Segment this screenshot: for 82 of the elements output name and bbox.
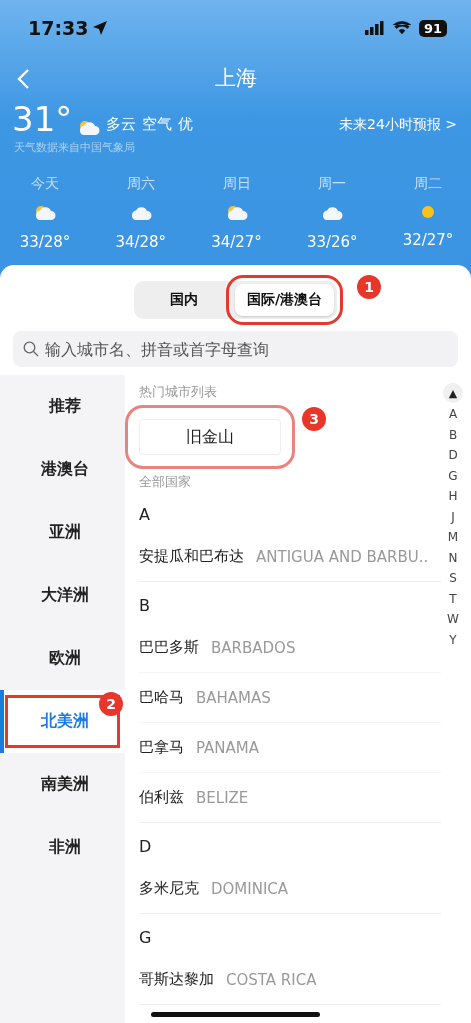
air-quality-label: 空气 xyxy=(142,115,173,134)
search-field[interactable]: 输入城市名、拼音或首字母查询 xyxy=(13,331,458,367)
search-icon xyxy=(23,341,39,357)
index-letter[interactable]: H xyxy=(448,487,458,506)
city-title: 上海 xyxy=(214,65,257,92)
air-quality-value: 优 xyxy=(178,115,194,134)
back-icon[interactable] xyxy=(16,68,30,90)
region-item[interactable]: 非洲 xyxy=(0,816,125,879)
country-name: 安提瓜和巴布达 xyxy=(139,547,244,566)
country-name: 巴巴多斯 xyxy=(139,638,199,657)
country-english-name: PANAMA xyxy=(196,738,260,757)
forecast-day: 周六 xyxy=(126,175,155,193)
battery-level: 91 xyxy=(418,19,447,37)
letter-heading: G xyxy=(139,928,152,947)
index-letter[interactable]: D xyxy=(448,446,458,465)
country-english-name: BARBADOS xyxy=(211,638,296,657)
country-english-name: ANTIGUA AND BARBU.. xyxy=(256,547,429,566)
country-row[interactable]: 巴巴多斯 BARBADOS xyxy=(139,623,441,673)
status-time: 17:33 xyxy=(28,17,89,39)
country-name: 哥斯达黎加 xyxy=(139,970,214,989)
city-chip[interactable]: 旧金山 xyxy=(139,419,281,455)
letter-heading: B xyxy=(139,596,150,615)
region-item[interactable]: 大洋洲 xyxy=(0,564,125,627)
country-row[interactable]: 多米尼克 DOMINICA xyxy=(139,864,441,914)
index-letter[interactable]: Y xyxy=(449,630,457,649)
forecast-day: 周二 xyxy=(414,175,442,193)
country-english-name: BAHAMAS xyxy=(196,688,271,707)
forecast-temperature: 33/28° xyxy=(19,233,71,251)
region-item[interactable]: 欧洲 xyxy=(0,627,125,690)
weather-condition: 多云 xyxy=(106,115,137,134)
step-badge: 1 xyxy=(357,275,382,299)
data-source-text: 天气数据来自中国气象局 xyxy=(13,140,136,155)
letter-heading: D xyxy=(139,837,152,856)
current-temperature: 31° xyxy=(12,102,73,136)
index-letter[interactable]: G xyxy=(448,466,458,485)
forecast-day: 周日 xyxy=(222,175,251,193)
country-name: 多米尼克 xyxy=(139,879,199,898)
index-letter[interactable]: N xyxy=(448,548,458,567)
step-badge: 2 xyxy=(99,692,123,716)
forecast-temperature: 32/27° xyxy=(402,231,454,249)
country-row[interactable]: 伯利兹 BELIZE xyxy=(139,773,441,823)
sun-icon xyxy=(421,205,435,219)
index-letter[interactable]: S xyxy=(449,569,457,588)
section-heading: 热门城市列表 xyxy=(139,383,217,401)
partly-cloudy-icon xyxy=(34,205,56,221)
partly-cloudy-icon xyxy=(225,205,248,221)
country-name: 巴哈马 xyxy=(139,688,184,707)
index-letter[interactable]: A xyxy=(448,405,458,424)
country-row[interactable]: 巴拿马 PANAMA xyxy=(139,723,441,773)
country-row[interactable]: 安提瓜和巴布达 ANTIGUA AND BARBU.. xyxy=(139,532,441,582)
partly-cloudy-icon xyxy=(78,120,101,136)
cloud-icon xyxy=(129,205,152,221)
region-item[interactable]: 港澳台 xyxy=(0,438,125,501)
cloud-icon xyxy=(321,205,344,221)
forecast-day: 今天 xyxy=(31,175,59,193)
forecast-temperature: 33/26° xyxy=(306,233,358,251)
section-heading: 全部国家 xyxy=(139,473,191,491)
forecast-temperature: 34/27° xyxy=(211,233,262,251)
signal-icon xyxy=(364,21,385,35)
region-item[interactable]: 北美洲 2 xyxy=(0,690,125,753)
country-row[interactable]: 巴哈马 BAHAMAS xyxy=(139,673,441,723)
region-item[interactable]: 亚洲 xyxy=(0,501,125,564)
country-row[interactable]: 哥斯达黎加 COSTA RICA xyxy=(139,955,441,1005)
forecast-temperature: 34/28° xyxy=(115,233,167,251)
index-letter[interactable]: T xyxy=(449,589,457,608)
index-letter[interactable]: B xyxy=(448,425,458,444)
country-english-name: BELIZE xyxy=(196,788,249,807)
wifi-icon xyxy=(392,21,411,35)
forecast-day: 周一 xyxy=(318,175,347,193)
country-name: 伯利兹 xyxy=(139,788,184,807)
country-english-name: DOMINICA xyxy=(211,879,289,898)
letter-heading: A xyxy=(139,505,150,524)
region-item[interactable]: 推荐 xyxy=(0,375,125,438)
index-letter[interactable]: M xyxy=(447,528,459,547)
search-input[interactable]: 输入城市名、拼音或首字母查询 xyxy=(43,338,448,360)
region-item[interactable]: 南美洲 xyxy=(0,753,125,816)
country-english-name: COSTA RICA xyxy=(226,970,317,989)
region-tab[interactable]: 国内 xyxy=(136,284,231,316)
country-name: 巴拿马 xyxy=(139,738,184,757)
location-arrow-icon xyxy=(92,20,109,36)
index-letter[interactable]: W xyxy=(447,610,459,629)
step-badge: 3 xyxy=(302,407,326,431)
